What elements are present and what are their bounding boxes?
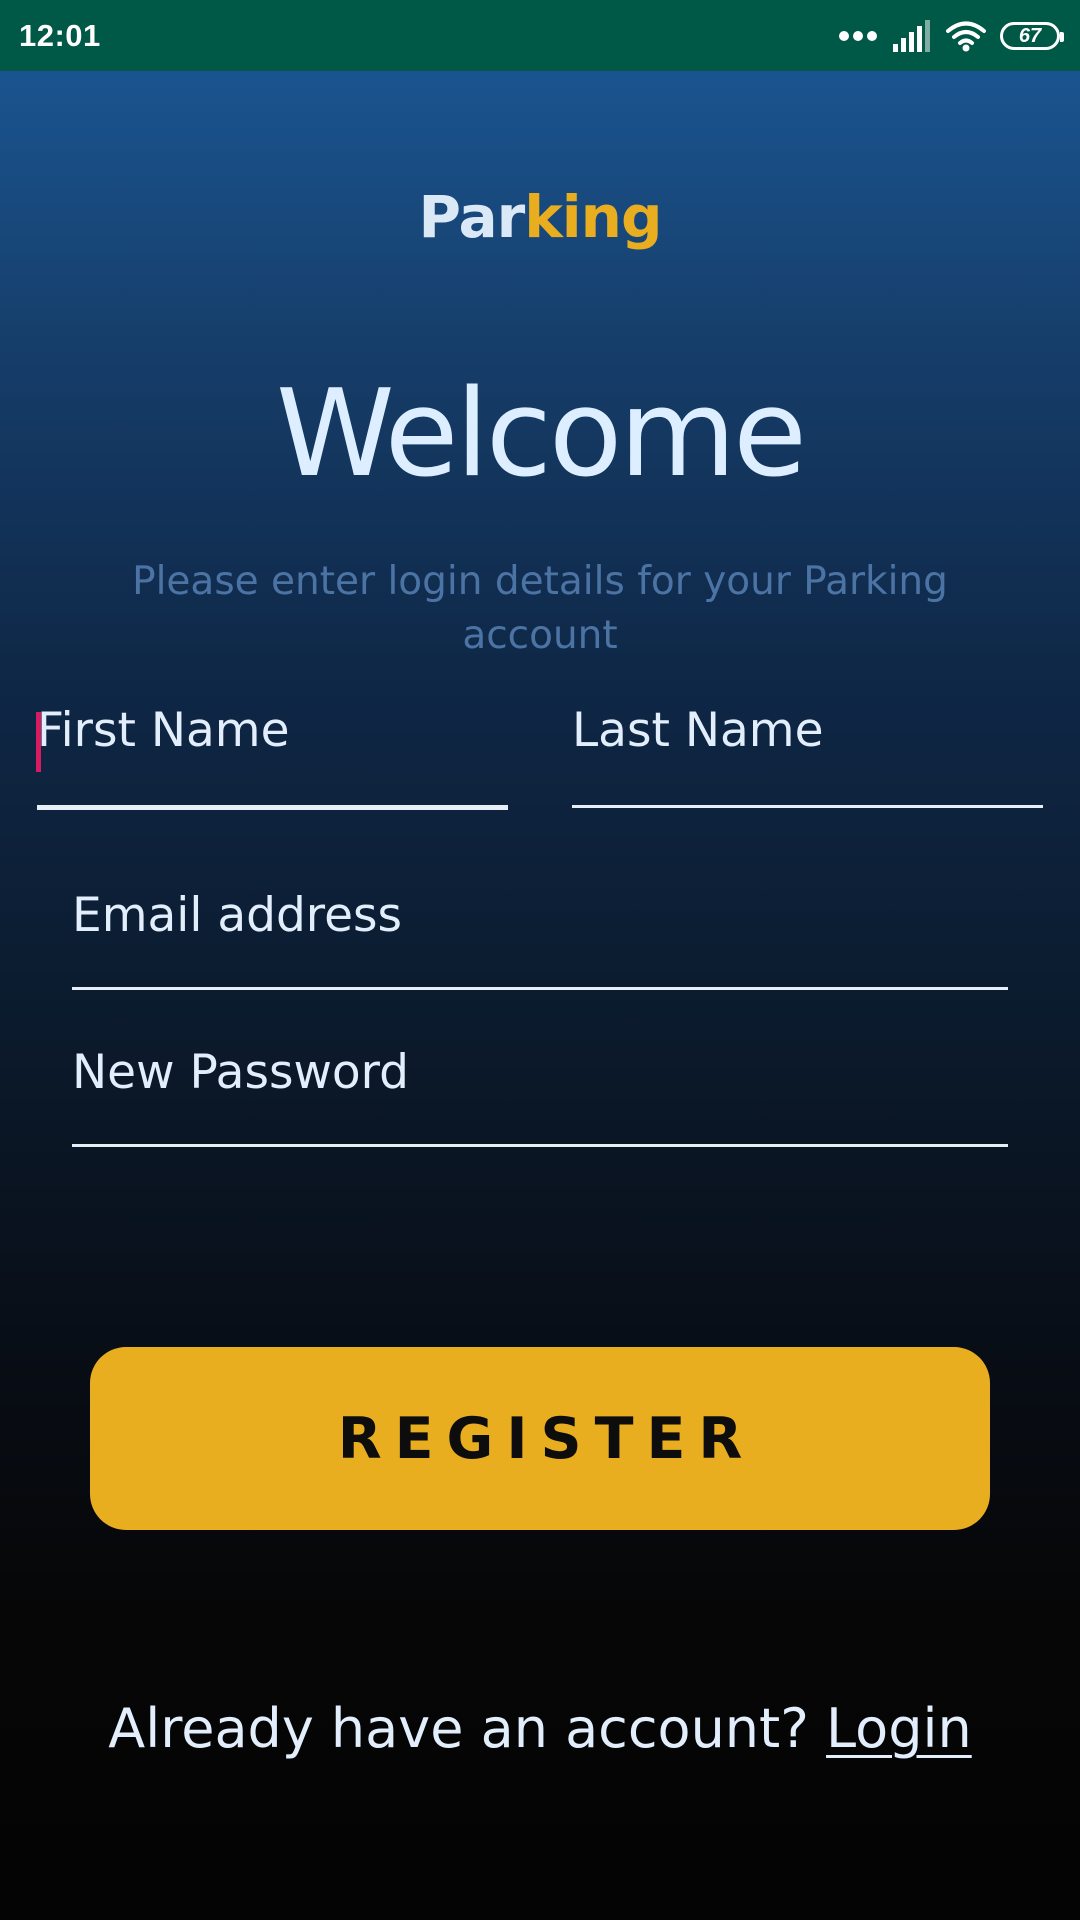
logo-text-king: king	[524, 183, 662, 251]
password-placeholder: New Password	[72, 1045, 409, 1100]
status-bar: 12:01 67	[0, 0, 1080, 71]
register-button[interactable]: REGISTER	[90, 1347, 990, 1530]
login-link[interactable]: Login	[826, 1697, 972, 1760]
battery-level: 67	[1018, 24, 1042, 47]
parking-logo: Parking	[0, 183, 1080, 251]
email-placeholder: Email address	[72, 888, 402, 943]
battery-icon: 67	[1000, 21, 1064, 50]
signal-icon	[892, 19, 932, 52]
last-name-underline	[572, 805, 1043, 808]
logo-text-par: Par	[418, 183, 526, 251]
register-button-label: REGISTER	[337, 1405, 756, 1472]
wifi-icon	[946, 20, 986, 52]
password-underline	[72, 1144, 1008, 1147]
more-dots-icon	[838, 29, 878, 43]
welcome-subtitle: Please enter login details for your Park…	[132, 559, 948, 658]
welcome-title: Welcome	[276, 365, 807, 504]
first-name-field[interactable]: First Name	[36, 703, 508, 810]
status-time: 12:01	[19, 17, 101, 53]
login-prompt-text: Already have an account?	[108, 1697, 827, 1760]
register-screen: Parking	[0, 71, 1080, 1920]
first-name-underline	[37, 805, 508, 810]
last-name-field[interactable]: Last Name	[572, 703, 1043, 808]
login-prompt: Already have an account? Login	[0, 1697, 1080, 1760]
email-field[interactable]: Email address	[72, 888, 1008, 990]
text-cursor	[36, 712, 41, 772]
last-name-placeholder: Last Name	[572, 703, 824, 758]
status-icons: 67	[838, 19, 1064, 52]
email-underline	[72, 987, 1008, 990]
password-field[interactable]: New Password	[72, 1045, 1008, 1147]
first-name-placeholder: First Name	[37, 703, 290, 758]
